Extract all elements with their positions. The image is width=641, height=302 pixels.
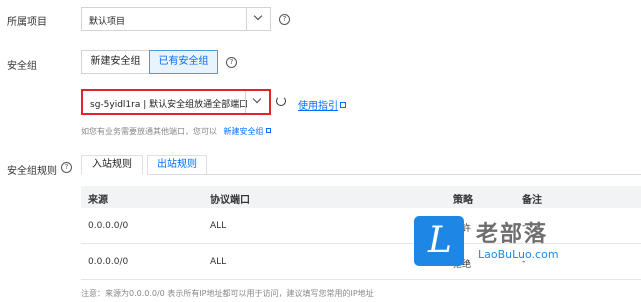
new-security-group-link[interactable]: 新建安全组 xyxy=(224,127,271,136)
watermark-text-cn: 老部落 xyxy=(476,222,549,247)
watermark-logo: L 老部落 LaoBuLuo.com xyxy=(414,216,584,266)
chevron-down-icon xyxy=(253,11,263,21)
rules-table-header: 来源 协议端口 策略 备注 xyxy=(81,186,641,208)
refresh-icon[interactable] xyxy=(276,96,286,106)
project-select[interactable]: 默认项目 xyxy=(81,7,271,31)
watermark-logo-icon: L xyxy=(414,216,464,266)
rules-help-icon[interactable]: ? xyxy=(61,162,72,173)
security-group-label: 安全组 xyxy=(7,61,37,72)
tab-divider xyxy=(207,174,641,175)
security-group-hint: 如您有业务需要放通其他端口，您可以 新建安全组 xyxy=(81,126,271,137)
row-source: 0.0.0.0/0 xyxy=(88,221,129,231)
watermark-text-en: LaoBuLuo.com xyxy=(478,248,559,261)
row-port: ALL xyxy=(210,257,227,267)
new-security-group-button[interactable]: 新建安全组 xyxy=(81,50,150,74)
project-label: 所属项目 xyxy=(7,17,47,28)
security-group-select-value: sg-5yidl1ra | 默认安全组放通全部端口 xyxy=(90,100,249,110)
security-group-dropdown-toggle[interactable] xyxy=(245,91,269,113)
new-security-group-link-label: 新建安全组 xyxy=(223,127,264,136)
external-link-icon xyxy=(340,102,346,108)
column-policy: 策略 xyxy=(453,195,473,206)
row-port: ALL xyxy=(210,221,227,231)
rules-footnote: 注意：来源为0.0.0.0/0 表示所有IP地址都可以用于访问，建议填写您常用的… xyxy=(81,289,374,298)
hint-text: 如您有业务需要放通其他端口，您可以 xyxy=(81,127,217,136)
guide-link-label: 使用指引 xyxy=(298,101,338,112)
project-help-icon[interactable]: ? xyxy=(279,14,290,25)
security-group-help-icon[interactable]: ? xyxy=(226,57,237,68)
chevron-down-icon xyxy=(252,94,262,104)
row-source: 0.0.0.0/0 xyxy=(88,257,129,267)
project-dropdown-toggle[interactable] xyxy=(246,8,270,30)
security-group-select[interactable]: sg-5yidl1ra | 默认安全组放通全部端口 xyxy=(81,89,271,115)
project-select-value: 默认项目 xyxy=(89,17,126,27)
rules-label: 安全组规则 xyxy=(7,166,57,177)
column-source: 来源 xyxy=(88,195,108,206)
guide-link[interactable]: 使用指引 xyxy=(298,97,346,112)
column-protocol-port: 协议端口 xyxy=(210,195,250,206)
column-note: 备注 xyxy=(522,195,542,206)
watermark-logo-letter: L xyxy=(428,220,452,261)
external-link-icon xyxy=(265,128,271,133)
tab-inbound-rules[interactable]: 入站规则 xyxy=(81,155,143,175)
tab-outbound-rules[interactable]: 出站规则 xyxy=(147,155,207,175)
existing-security-group-button[interactable]: 已有安全组 xyxy=(149,50,218,74)
